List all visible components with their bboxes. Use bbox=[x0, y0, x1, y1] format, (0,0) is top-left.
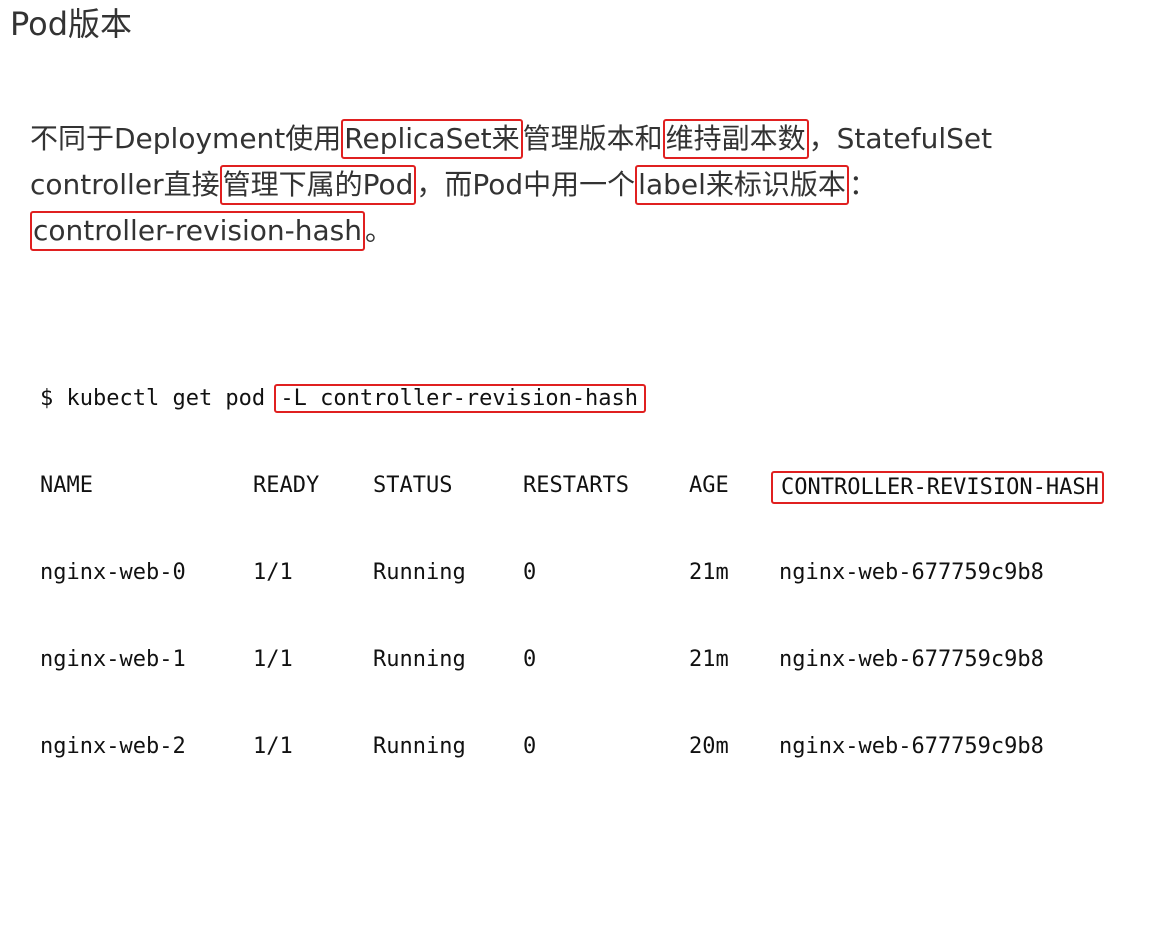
header-status: STATUS bbox=[373, 473, 453, 498]
table-row: nginx-web-2 1/1 Running 0 20m nginx-web-… bbox=[40, 732, 1044, 761]
header-restarts: RESTARTS bbox=[523, 473, 629, 498]
text-segment: ： bbox=[848, 168, 877, 201]
cell-restarts: 0 bbox=[523, 647, 537, 672]
header-name: NAME bbox=[40, 473, 93, 498]
command-prefix: $ kubectl get pod bbox=[40, 386, 279, 411]
cell-status: Running bbox=[373, 647, 466, 672]
cell-status: Running bbox=[373, 734, 466, 759]
cell-restarts: 0 bbox=[523, 560, 537, 585]
command-flag-highlight: -L controller-revision-hash bbox=[274, 384, 647, 413]
text-segment: 管理版本和 bbox=[522, 122, 663, 155]
command-line: $ kubectl get pod -L controller-revision… bbox=[40, 384, 647, 413]
description-paragraph: 不同于Deployment使用 ReplicaSet来 管理版本和 维持副本数 ，Sta… bbox=[30, 116, 992, 254]
paragraph-line-2: controller直接 管理下属的Pod ，而Pod中用一个 label来标识版本： bbox=[30, 162, 992, 208]
paragraph-line-1: 不同于Deployment使用 ReplicaSet来 管理版本和 维持副本数 ，Sta… bbox=[30, 116, 992, 162]
header-age: AGE bbox=[689, 473, 729, 498]
cell-age: 21m bbox=[689, 647, 729, 672]
header-ready: READY bbox=[253, 473, 320, 498]
text-segment: ，StatefulSet bbox=[808, 122, 993, 155]
text-segment: ，而Pod中用一个 bbox=[416, 168, 636, 201]
cell-name: nginx-web-0 bbox=[40, 560, 186, 585]
header-revision-hash-highlight: CONTROLLER-REVISION-HASH bbox=[771, 471, 1104, 504]
text-segment: controller直接 bbox=[30, 168, 220, 201]
cell-age: 20m bbox=[689, 734, 729, 759]
cell-revision-hash: nginx-web-677759c9b8 bbox=[779, 734, 1044, 759]
text-segment: 不同于Deployment使用 bbox=[30, 122, 342, 155]
highlight-revision-hash: controller-revision-hash bbox=[30, 211, 365, 251]
cell-restarts: 0 bbox=[523, 734, 537, 759]
cell-age: 21m bbox=[689, 560, 729, 585]
page-title: Pod版本 bbox=[10, 5, 133, 43]
table-row: nginx-web-0 1/1 Running 0 21m nginx-web-… bbox=[40, 558, 1044, 587]
cell-ready: 1/1 bbox=[253, 734, 293, 759]
highlight-replicaset: ReplicaSet来 bbox=[341, 119, 523, 159]
highlight-label-version: label来标识版本 bbox=[635, 165, 849, 205]
text-segment: 。 bbox=[364, 214, 393, 247]
cell-name: nginx-web-2 bbox=[40, 734, 186, 759]
paragraph-line-3: controller-revision-hash。 bbox=[30, 208, 992, 254]
cell-revision-hash: nginx-web-677759c9b8 bbox=[779, 647, 1044, 672]
highlight-replica-count: 维持副本数 bbox=[662, 119, 809, 159]
terminal-output: $ kubectl get pod -L controller-revision… bbox=[40, 326, 1104, 790]
cell-ready: 1/1 bbox=[253, 560, 293, 585]
cell-name: nginx-web-1 bbox=[40, 647, 186, 672]
cell-revision-hash: nginx-web-677759c9b8 bbox=[779, 560, 1044, 585]
cell-ready: 1/1 bbox=[253, 647, 293, 672]
cell-status: Running bbox=[373, 560, 466, 585]
table-row: nginx-web-1 1/1 Running 0 21m nginx-web-… bbox=[40, 645, 1044, 674]
highlight-manage-pods: 管理下属的Pod bbox=[219, 165, 417, 205]
table-header-row: NAME READY STATUS RESTARTS AGE CONTROLLE… bbox=[40, 471, 1104, 504]
